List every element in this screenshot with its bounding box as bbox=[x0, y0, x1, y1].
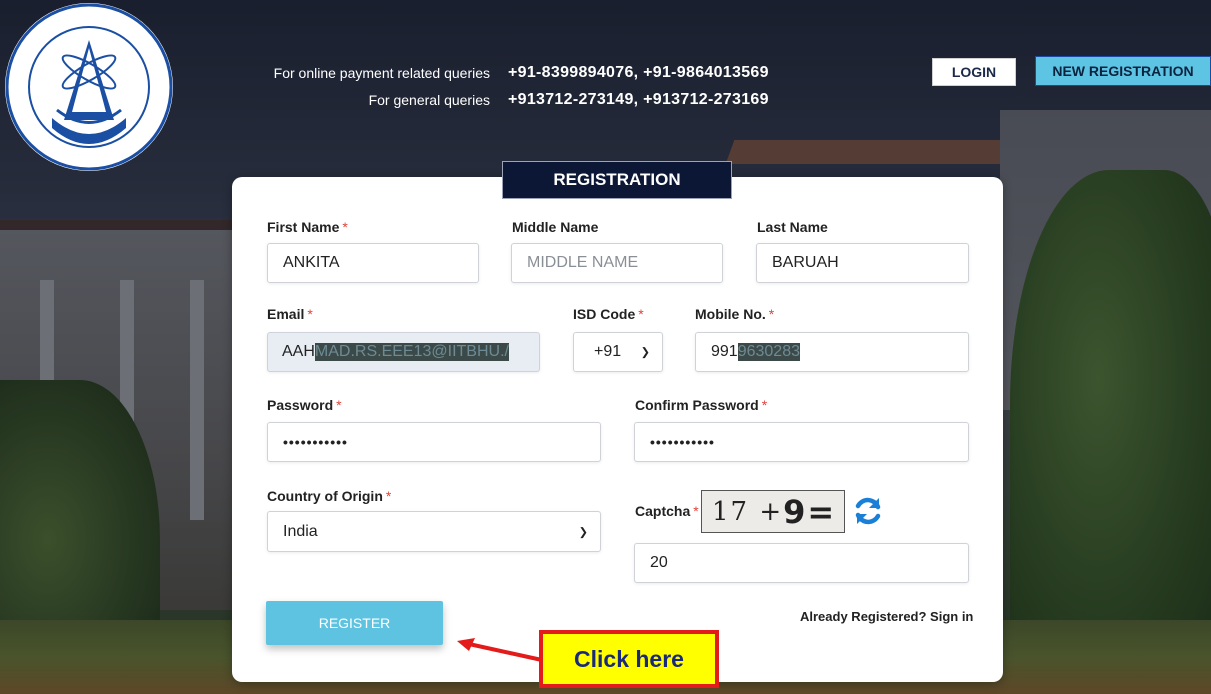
captcha-answer-input[interactable]: 20 bbox=[634, 543, 969, 583]
email-field[interactable]: AAH MAD.RS.EEE13@IITBHU./ bbox=[267, 332, 540, 372]
captcha-image: 17 + 9 = bbox=[701, 490, 845, 533]
captcha-label: Captcha * bbox=[635, 503, 699, 519]
captcha-part2: = bbox=[807, 492, 837, 531]
login-button[interactable]: LOGIN bbox=[932, 58, 1016, 86]
country-select[interactable]: India ❯ bbox=[267, 511, 601, 552]
password-label: Password * bbox=[267, 397, 342, 413]
email-value: AAH bbox=[282, 343, 315, 360]
password-input[interactable]: ••••••••••• bbox=[267, 422, 601, 462]
signin-link[interactable]: Already Registered? Sign in bbox=[800, 609, 973, 624]
general-queries-label: For general queries bbox=[368, 92, 490, 108]
new-registration-button[interactable]: NEW REGISTRATION bbox=[1035, 56, 1211, 86]
confirm-password-label: Confirm Password * bbox=[635, 397, 768, 413]
university-logo bbox=[5, 3, 173, 171]
mobile-value: 991 bbox=[711, 343, 738, 360]
registration-title: REGISTRATION bbox=[502, 161, 732, 199]
confirm-password-input[interactable]: ••••••••••• bbox=[634, 422, 969, 462]
middle-name-label: Middle Name bbox=[512, 219, 599, 235]
captcha-bold: 9 bbox=[783, 492, 808, 531]
isd-code-label: ISD Code * bbox=[573, 306, 644, 322]
refresh-icon[interactable] bbox=[851, 494, 885, 528]
middle-name-input[interactable]: MIDDLE NAME bbox=[511, 243, 723, 283]
general-queries-row: For general queries +913712-273149, +913… bbox=[270, 91, 769, 109]
click-here-callout: Click here bbox=[539, 630, 719, 688]
isd-code-select[interactable]: +91 ❯ bbox=[573, 332, 663, 372]
email-label: Email * bbox=[267, 306, 313, 322]
chevron-down-icon: ❯ bbox=[578, 526, 588, 538]
payment-queries-label: For online payment related queries bbox=[273, 65, 490, 81]
email-redacted: MAD.RS.EEE13@IITBHU./ bbox=[314, 343, 509, 361]
mobile-input[interactable]: 991 9630283 bbox=[695, 332, 969, 372]
captcha-part1: 17 + bbox=[712, 496, 784, 527]
first-name-input[interactable]: ANKITA bbox=[267, 243, 479, 283]
general-queries-numbers: +913712-273149, +913712-273169 bbox=[508, 91, 769, 108]
country-value: India bbox=[283, 522, 318, 540]
last-name-label: Last Name bbox=[757, 219, 828, 235]
first-name-label: First Name * bbox=[267, 219, 348, 235]
last-name-input[interactable]: BARUAH bbox=[756, 243, 969, 283]
chevron-down-icon: ❯ bbox=[640, 346, 650, 359]
payment-queries-numbers: +91-8399894076, +91-9864013569 bbox=[508, 64, 769, 81]
isd-code-value: +91 bbox=[594, 343, 622, 360]
register-button[interactable]: REGISTER bbox=[266, 601, 443, 645]
mobile-redacted: 9630283 bbox=[737, 343, 800, 361]
country-label: Country of Origin * bbox=[267, 488, 392, 504]
payment-queries-row: For online payment related queries +91-8… bbox=[270, 64, 769, 82]
mobile-label: Mobile No. * bbox=[695, 306, 775, 322]
